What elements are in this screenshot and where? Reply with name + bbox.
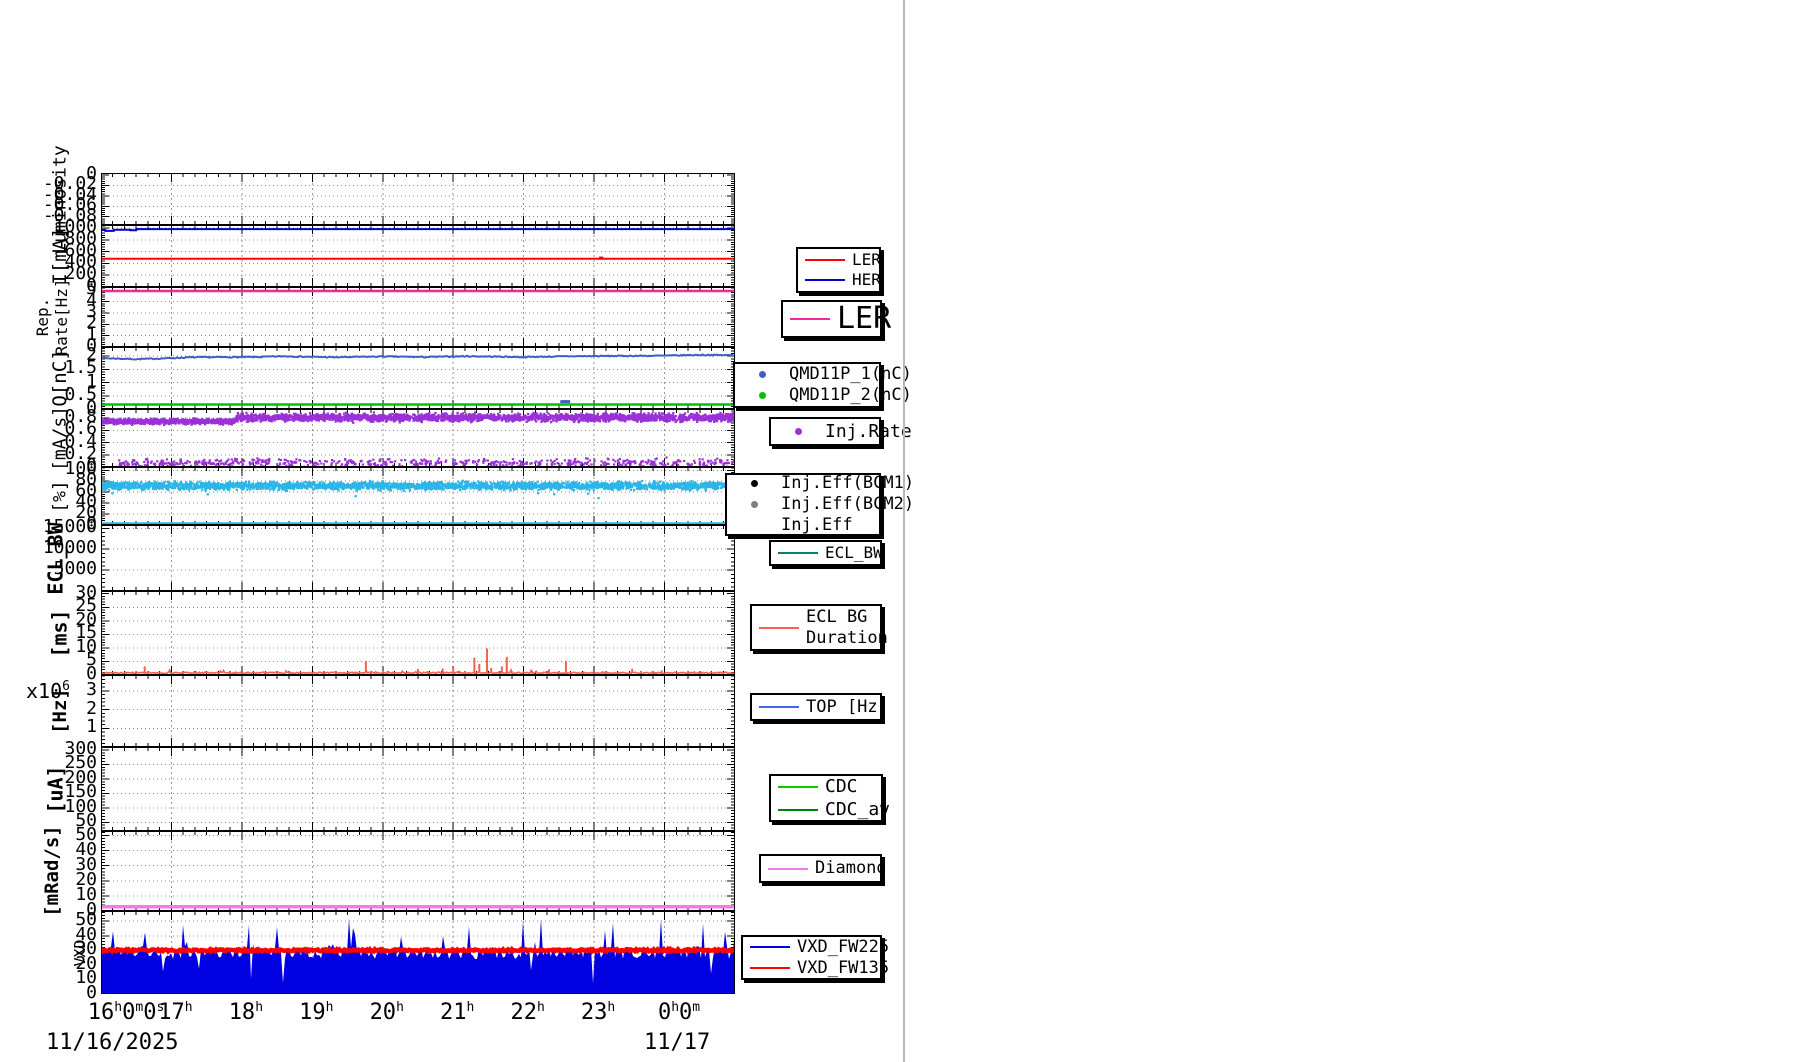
- legend-label: Inj.Eff(BCM2): [781, 494, 914, 515]
- legend-label: VXD_FW135: [797, 958, 889, 979]
- charge-legend: QMD11P_1(nC)QMD11P_2(nC): [733, 362, 881, 408]
- legend-marker: [747, 946, 793, 948]
- ler-line-swatch: [790, 318, 830, 320]
- dot-swatch: [751, 501, 758, 508]
- legend-entry: TOP [Hz]: [756, 697, 876, 718]
- ecl-bg-legend: ECL BG Duration: [750, 604, 882, 651]
- legend-label: VXD_FW225: [797, 937, 889, 958]
- current-legend: LERHER: [796, 247, 881, 293]
- legend-marker: [739, 392, 785, 399]
- legend-label: Inj.Rate: [825, 420, 912, 443]
- dot-swatch: [759, 371, 766, 378]
- legend-marker: [787, 318, 833, 320]
- legend-marker: [802, 259, 848, 261]
- legend-entry: ECL BG Duration: [756, 607, 876, 649]
- legend-label: LER: [852, 250, 881, 270]
- legend-marker: [756, 706, 802, 708]
- legend-entry: Inj.Eff(BCM2): [731, 494, 875, 515]
- legend-label: ECL BG Duration: [806, 607, 888, 649]
- rep-rate-legend: LER: [781, 300, 882, 338]
- legend-marker: [802, 279, 848, 281]
- legend-entry: QMD11P_2(nC): [739, 385, 875, 406]
- vxd-fw225-line-swatch: [750, 946, 790, 948]
- legend-label: CDC_av: [825, 798, 890, 821]
- ler-line-swatch: [805, 259, 845, 261]
- ecl-bg-line-swatch: [759, 627, 799, 629]
- dot-swatch: [759, 392, 766, 399]
- legend-label: CDC: [825, 775, 858, 798]
- vxd-fw135-line-swatch: [750, 967, 790, 969]
- legend-label: TOP [Hz]: [806, 697, 888, 718]
- screen: 11/16/2025 11/17 0-0.02-0.04-0.06-0.08Lu…: [0, 0, 1806, 1062]
- legend-marker: [775, 786, 821, 788]
- her-line-swatch: [805, 279, 845, 281]
- inj-eff-legend: Inj.Eff(BCM1)Inj.Eff(BCM2)Inj.Eff: [725, 473, 881, 536]
- legend-label: Diamond: [815, 858, 887, 879]
- legend-entry: VXD_FW225: [747, 937, 876, 958]
- cdc-line-swatch: [778, 786, 818, 788]
- ecl-bw-line-swatch: [778, 552, 818, 554]
- diamond-legend: Diamond: [759, 854, 882, 883]
- legend-entry: Inj.Rate: [775, 420, 875, 443]
- cdc-av-line-swatch: [778, 809, 818, 811]
- vxd-legend: VXD_FW225VXD_FW135: [741, 935, 882, 980]
- monitor-figure: 11/16/2025 11/17 0-0.02-0.04-0.06-0.08Lu…: [0, 0, 910, 1062]
- legend-marker: [765, 868, 811, 870]
- top-hz--line-swatch: [759, 706, 799, 708]
- legend-marker: [775, 552, 821, 554]
- legend-entry: ECL_BW: [775, 543, 876, 563]
- legend-entry: HER: [802, 270, 875, 290]
- legend-marker: [739, 371, 785, 378]
- legend-marker: [775, 428, 821, 435]
- legend-entry: VXD_FW135: [747, 958, 876, 979]
- ecl-bw-legend: ECL_BW: [769, 540, 882, 566]
- legend-entry: LER: [787, 300, 876, 338]
- legend-label: ECL_BW: [825, 543, 883, 563]
- legend-marker: [731, 480, 777, 487]
- cdc-legend: CDCCDC_av: [769, 774, 883, 822]
- diamond-line-swatch: [768, 868, 808, 870]
- legend-label: QMD11P_2(nC): [789, 385, 912, 406]
- top-legend: TOP [Hz]: [750, 693, 882, 721]
- legend-marker: [756, 627, 802, 629]
- legend-entry: CDC: [775, 775, 877, 798]
- dot-swatch: [751, 480, 758, 487]
- legend-entry: LER: [802, 250, 875, 270]
- legend-entry: QMD11P_1(nC): [739, 364, 875, 385]
- legend-marker: [747, 967, 793, 969]
- legends-layer: LERHERLERQMD11P_1(nC)QMD11P_2(nC)Inj.Rat…: [0, 0, 1000, 1062]
- legend-label: HER: [852, 270, 881, 290]
- legend-label: LER: [837, 300, 891, 338]
- legend-entry: CDC_av: [775, 798, 877, 821]
- legend-entry: Inj.Eff: [731, 515, 875, 536]
- legend-label: QMD11P_1(nC): [789, 364, 912, 385]
- legend-entry: Inj.Eff(BCM1): [731, 473, 875, 494]
- legend-marker: [731, 501, 777, 508]
- legend-label: Inj.Eff(BCM1): [781, 473, 914, 494]
- legend-label: Inj.Eff: [781, 515, 853, 536]
- legend-entry: Diamond: [765, 858, 876, 879]
- legend-marker: [775, 809, 821, 811]
- window-divider: [903, 0, 905, 1062]
- inj-rate-legend: Inj.Rate: [769, 417, 881, 446]
- dot-swatch: [795, 428, 802, 435]
